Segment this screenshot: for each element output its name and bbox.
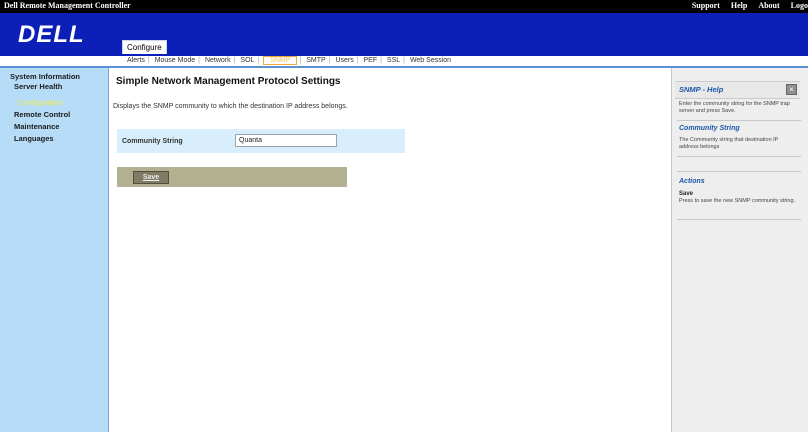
tab-sol[interactable]: SOL xyxy=(237,57,257,64)
help-section-text: The Community string that destination IP… xyxy=(679,137,779,150)
divider xyxy=(677,120,801,121)
tab-ssl[interactable]: SSL xyxy=(384,57,403,64)
sidebar-item-remote-control[interactable]: Remote Control xyxy=(14,110,70,119)
help-panel: SNMP - Help × Enter the community string… xyxy=(671,68,808,432)
save-button[interactable]: Save xyxy=(133,171,169,184)
tab-alerts[interactable]: Alerts xyxy=(124,57,148,64)
help-section-title: Community String xyxy=(679,125,740,132)
divider xyxy=(677,171,801,172)
tab-smtp[interactable]: SMTP xyxy=(303,57,328,64)
help-action-name: Save xyxy=(679,191,694,197)
top-bar: Dell Remote Management Controller Suppor… xyxy=(0,0,808,13)
tab-mouse-mode[interactable]: Mouse Mode xyxy=(152,57,198,64)
tab-web-session[interactable]: Web Session xyxy=(407,57,454,64)
support-link[interactable]: Support xyxy=(692,1,720,10)
help-header: SNMP - Help × xyxy=(675,81,800,99)
logout-link[interactable]: Logo xyxy=(791,1,808,10)
tab-network[interactable]: Network xyxy=(202,57,234,64)
app-title: Dell Remote Management Controller xyxy=(4,1,131,10)
tab-users[interactable]: Users xyxy=(332,57,356,64)
close-icon[interactable]: × xyxy=(786,84,797,95)
action-bar: Save xyxy=(117,167,347,187)
dell-logo: DELL xyxy=(18,21,85,48)
top-links: Support Help About Logo xyxy=(683,1,808,10)
sidebar-item-maintenance[interactable]: Maintenance xyxy=(14,122,59,131)
help-action-text: Press to save the new SNMP community str… xyxy=(679,198,796,204)
sidebar-item-languages[interactable]: Languages xyxy=(14,134,54,143)
about-link[interactable]: About xyxy=(758,1,779,10)
page-description: Displays the SNMP community to which the… xyxy=(113,103,348,110)
help-link[interactable]: Help xyxy=(731,1,747,10)
community-string-label: Community String xyxy=(122,138,183,145)
page-title: Simple Network Management Protocol Setti… xyxy=(116,76,341,87)
header-banner: DELL Configure xyxy=(0,13,808,56)
help-intro: Enter the community string for the SNMP … xyxy=(679,101,790,114)
tab-snmp[interactable]: SNMP xyxy=(263,56,298,65)
sidebar-item-server-health[interactable]: Server Health xyxy=(14,82,62,91)
divider xyxy=(677,219,801,220)
configure-tab[interactable]: Configure xyxy=(122,40,167,54)
sidebar: System Information Server Health Configu… xyxy=(0,68,109,432)
main-content: Simple Network Management Protocol Setti… xyxy=(108,68,670,432)
community-string-input[interactable] xyxy=(235,134,337,147)
tab-pef[interactable]: PEF xyxy=(361,57,381,64)
divider xyxy=(677,156,801,157)
help-title: SNMP - Help xyxy=(679,85,724,94)
help-actions-title: Actions xyxy=(679,178,705,185)
community-string-row: Community String xyxy=(117,129,405,153)
sidebar-item-configuration[interactable]: Configuration xyxy=(18,98,63,107)
sub-tabs: Alerts | Mouse Mode | Network | SOL | SNMP | … xyxy=(0,56,808,66)
sidebar-item-system-information[interactable]: System Information xyxy=(10,72,80,81)
